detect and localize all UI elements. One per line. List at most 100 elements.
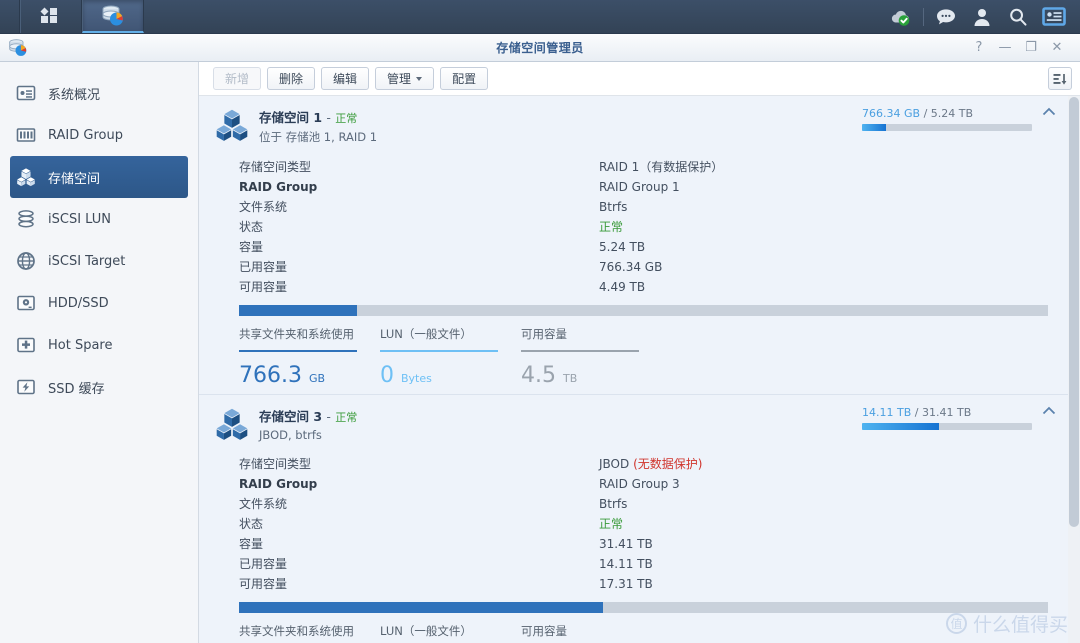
detail-row: RAID Group RAID Group 3 [239,474,1048,494]
pool-mini-progress-fill [862,423,939,430]
detail-row: 存储空间类型 JBOD (无数据保护) [239,454,1048,474]
legend-title: LUN（一般文件） [380,327,472,341]
delete-button[interactable]: 删除 [267,67,316,90]
detail-label: 状态 [239,220,264,234]
storage-pool-card[interactable]: 存储空间 3 - 正常 JBOD, btrfs 14.11 TB / 31.41… [199,395,1068,643]
pool-mini-progress-fill [862,124,886,131]
pool-mini-progress [862,423,1032,430]
detail-value: 5.24 TB [599,240,646,254]
taskbar-storage-manager-button[interactable] [82,0,144,33]
detail-row: 状态 正常 [239,514,1048,534]
sidebar-item-label: HDD/SSD [48,295,109,311]
manage-dropdown-button[interactable]: 管理 [375,67,435,90]
taskbar [0,0,1080,34]
sidebar-item-label: iSCSI Target [48,253,126,269]
cloud-status-icon[interactable] [883,0,919,34]
legend-title: 共享文件夹和系统使用 [239,624,354,638]
collapse-chevron-icon[interactable] [1042,107,1056,121]
search-icon[interactable] [1000,0,1036,34]
content-scrollbar[interactable] [1068,96,1080,643]
legend-unit: TB [563,372,578,385]
pool-summary-total: 31.41 TB [921,406,972,419]
window-body: 系统概况 RAID Group 存储空间 iSCSI LUN iSCSI Tar… [0,62,1080,643]
pool-summary-separator: / [914,406,919,419]
window-titlebar[interactable]: 存储空间管理员 ? — ❐ ✕ [0,34,1080,62]
storage-space-icon [216,109,248,141]
sidebar-item-storage-space[interactable]: 存储空间 [10,156,188,198]
window-app-icon [9,38,27,56]
sidebar-item-raid-group[interactable]: RAID Group [0,114,198,156]
legend-value: 0 Bytes [380,352,521,388]
detail-value: 17.31 TB [599,577,653,591]
pool-summary-block: 766.34 GB / 5.24 TB [862,107,1032,131]
sidebar-item-label: 系统概况 [48,87,101,103]
sidebar-item-hot-spare[interactable]: Hot Spare [0,324,198,366]
detail-label: 容量 [239,240,264,254]
minimize-button[interactable]: — [992,37,1018,59]
collapse-chevron-icon[interactable] [1042,406,1056,420]
pool-summary-block: 14.11 TB / 31.41 TB [862,406,1032,430]
overview-icon [16,85,36,101]
detail-value: 31.41 TB [599,537,653,551]
sidebar: 系统概况 RAID Group 存储空间 iSCSI LUN iSCSI Tar… [0,62,199,643]
pool-detail-table: 存储空间类型 JBOD (无数据保护) RAID Group RAID Grou… [199,454,1068,594]
detail-label: 文件系统 [239,497,288,511]
notifications-icon[interactable] [928,0,964,34]
legend-unit: Bytes [401,372,432,385]
legend-title: 可用容量 [521,327,567,341]
user-account-icon[interactable] [964,0,1000,34]
sidebar-item-iscsi-lun[interactable]: iSCSI LUN [0,198,198,240]
detail-label: 状态 [239,517,264,531]
detail-label: 已用容量 [239,260,288,274]
action-toolbar: 新增 删除 编辑 管理 配置 [199,62,1080,96]
storage-pool-card[interactable]: 存储空间 1 - 正常 位于 存储池 1, RAID 1 766.34 GB /… [199,96,1068,395]
pool-name-separator: - [326,409,331,424]
sort-descending-icon [1053,73,1067,85]
sidebar-item-iscsi-target[interactable]: iSCSI Target [0,240,198,282]
maximize-button[interactable]: ❐ [1018,37,1044,59]
window-controls: ? — ❐ ✕ [966,37,1080,59]
pool-subtitle: 位于 存储池 1, RAID 1 [259,130,378,144]
pool-title-block: 存储空间 1 - 正常 位于 存储池 1, RAID 1 [259,106,377,145]
legend-number: 0 [380,363,394,388]
sidebar-item-overview[interactable]: 系统概况 [0,72,198,114]
legend-value: 4.5 TB [521,352,662,388]
usage-segment-shared [239,602,604,613]
detail-label: 可用容量 [239,280,288,294]
create-button[interactable]: 新增 [213,67,262,90]
detail-label: 存储空间类型 [239,457,312,471]
legend-title: 可用容量 [521,624,567,638]
legend-title: LUN（一般文件） [380,624,472,638]
edit-button[interactable]: 编辑 [321,67,370,90]
sort-button[interactable] [1048,67,1072,90]
window-title: 存储空间管理员 [496,41,584,55]
help-button[interactable]: ? [966,37,992,59]
raid-group-icon [16,128,36,142]
pool-name-line: 存储空间 3 - 正常 [259,406,357,425]
lun-icon [18,210,34,228]
legend-free: 可用容量 17.3 TB [521,623,662,643]
detail-row: 存储空间类型 RAID 1（有数据保护） [239,157,1048,177]
pool-detail-table: 存储空间类型 RAID 1（有数据保护） RAID Group RAID Gro… [199,157,1068,297]
configure-button[interactable]: 配置 [440,67,489,90]
detail-row: 容量 31.41 TB [239,534,1048,554]
target-globe-icon [17,252,35,270]
detail-label: 可用容量 [239,577,288,591]
detail-label: 已用容量 [239,557,288,571]
pool-summary-total: 5.24 TB [930,107,974,120]
sidebar-item-label: SSD 缓存 [48,381,105,397]
system-tray [883,0,1080,33]
sidebar-item-ssd-cache[interactable]: SSD 缓存 [0,366,198,408]
pool-summary-used: 14.11 TB [862,406,912,419]
taskbar-main-menu-button[interactable] [20,0,82,33]
pool-name-line: 存储空间 1 - 正常 [259,107,377,126]
close-button[interactable]: ✕ [1044,37,1070,59]
widgets-panel-icon[interactable] [1036,0,1072,34]
sidebar-item-hdd-ssd[interactable]: HDD/SSD [0,282,198,324]
legend-number: 4.5 [521,363,556,388]
detail-label: RAID Group [239,477,318,491]
detail-value: RAID 1（有数据保护） [599,157,723,177]
storage-space-icon [17,168,35,187]
pool-name: 存储空间 3 [259,409,323,424]
scrollbar-thumb[interactable] [1069,97,1079,527]
